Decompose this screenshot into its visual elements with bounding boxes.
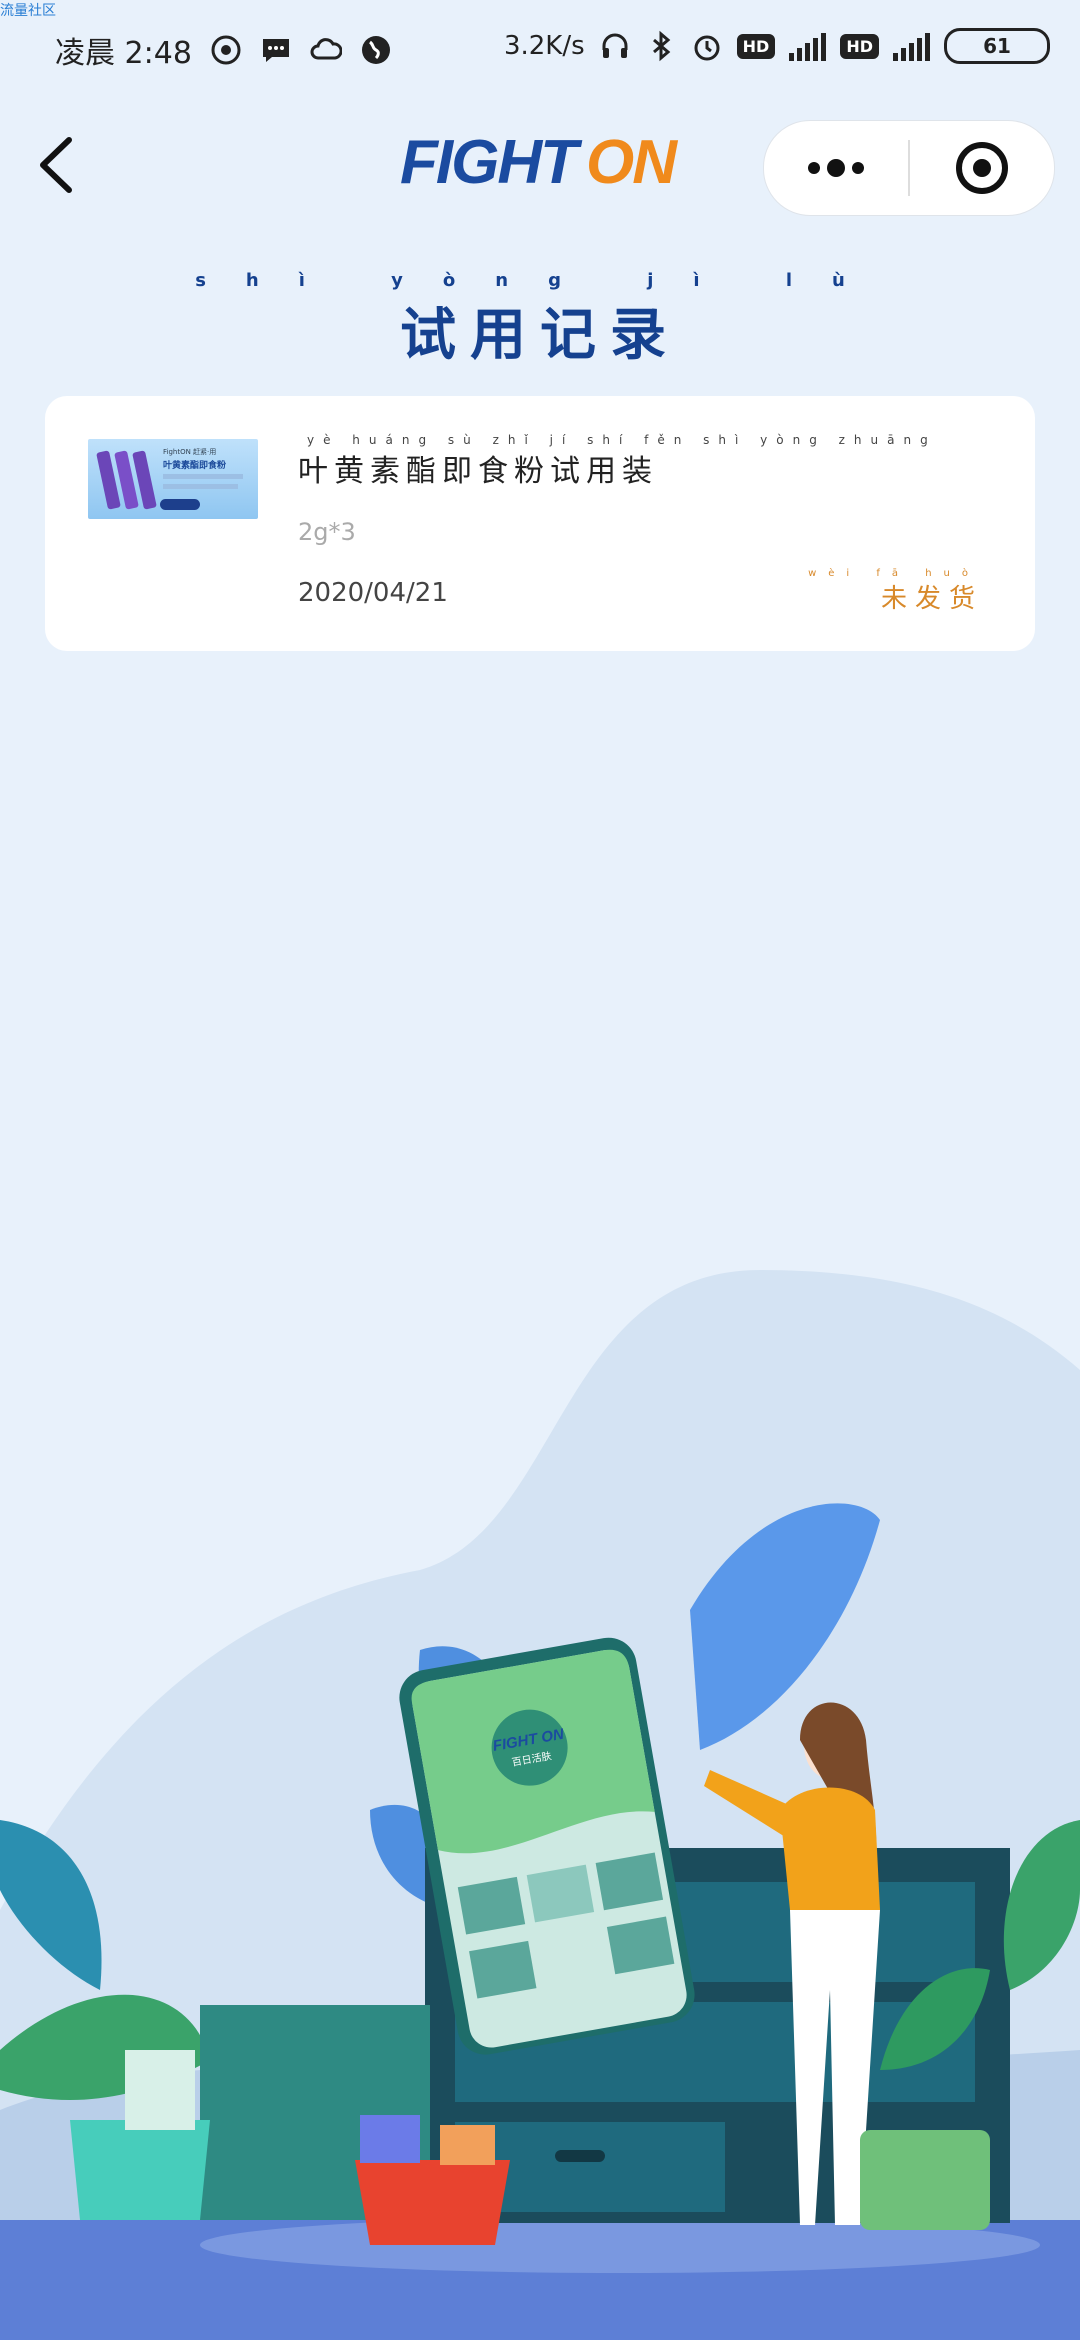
- record-date: 2020/04/21: [298, 578, 448, 608]
- watermark: 流量社区: [0, 3, 56, 19]
- battery-indicator: 61: [944, 28, 1050, 64]
- nav-bar: FIGHT ON: [0, 110, 1080, 220]
- product-thumbnail: FightON 赶紧·用 叶黄素酯即食粉: [88, 439, 258, 519]
- back-arrow-icon[interactable]: [25, 130, 95, 200]
- page-title-pinyin: shì yòng jì lù: [195, 270, 885, 291]
- fighton-logo: FIGHT ON: [400, 127, 677, 197]
- page-title: 试用记录: [400, 303, 680, 368]
- thumbnail-line2: 叶黄素酯即食粉: [163, 461, 227, 471]
- signal-icon-2: [893, 31, 930, 61]
- netease-music-icon: [211, 35, 241, 65]
- message-icon: [262, 39, 289, 62]
- hd-badge: HD: [736, 33, 776, 59]
- alarm-icon: [694, 35, 720, 61]
- shipping-status: 未发货: [880, 584, 983, 614]
- signal-icon: [789, 31, 827, 61]
- browser-icon: [361, 36, 390, 64]
- mini-program-capsule: [763, 120, 1055, 216]
- thumbnail-line1: FightON 赶紧·用: [163, 448, 217, 456]
- product-name-pinyin: yè huáng sù zhǐ jí shí fěn shì yòng zhuā…: [307, 433, 937, 447]
- status-bar: 凌晨 2:48 3.2K/s HD HD 61: [0, 20, 1080, 80]
- more-dots-icon: [808, 159, 864, 177]
- product-spec: 2g*3: [298, 518, 356, 546]
- hd-badge-2: HD: [840, 33, 879, 59]
- empty-illustration: FIGHT ON 百日活肤: [0, 1270, 1080, 2340]
- close-button[interactable]: [910, 121, 1054, 215]
- bluetooth-icon: [652, 30, 670, 62]
- status-time: 凌晨 2:48: [55, 36, 192, 71]
- product-name: 叶黄素酯即食粉试用装: [298, 454, 658, 489]
- close-target-icon: [956, 142, 1008, 194]
- trial-record-card[interactable]: FightON 赶紧·用 叶黄素酯即食粉 yè huáng sù zhǐ jí …: [45, 396, 1035, 651]
- headphones-icon: [602, 33, 628, 58]
- net-speed: 3.2K/s: [503, 31, 585, 61]
- more-button[interactable]: [764, 121, 908, 215]
- cloud-icon: [310, 38, 342, 60]
